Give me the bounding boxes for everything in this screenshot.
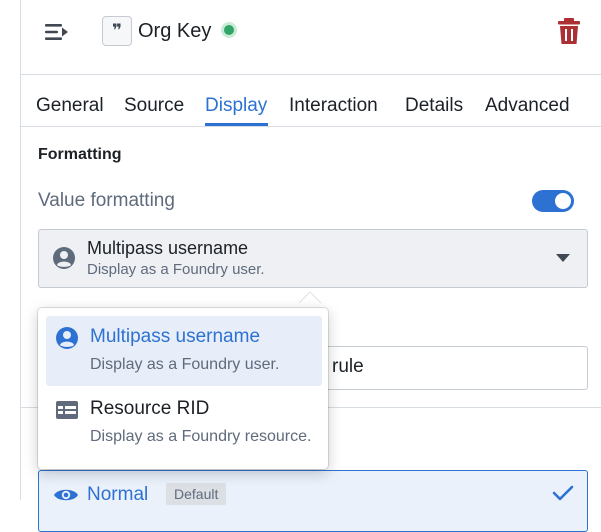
collapse-panel-button[interactable] (43, 18, 71, 46)
eye-icon (54, 489, 78, 501)
tab-details[interactable]: Details (405, 94, 463, 118)
tab-bar: General Source Display Interaction Detai… (21, 74, 601, 127)
property-title: Org Key (138, 20, 212, 42)
visibility-normal-label: Normal (87, 484, 149, 505)
rule-input[interactable]: rule (321, 346, 588, 390)
menu-item-multipass-username[interactable]: Multipass username Display as a Foundry … (46, 316, 322, 386)
tab-interaction[interactable]: Interaction (289, 94, 378, 118)
user-circle-icon (53, 247, 75, 269)
collapse-icon (45, 24, 68, 40)
check-icon (552, 485, 574, 501)
left-strip (0, 0, 21, 500)
formatting-dropdown-menu: Multipass username Display as a Foundry … (38, 308, 328, 469)
formatting-section-title: Formatting (38, 146, 122, 163)
formatting-type-select[interactable]: Multipass username Display as a Foundry … (38, 229, 588, 288)
visibility-option-normal[interactable]: Normal Default (38, 470, 588, 532)
tab-display[interactable]: Display (205, 94, 267, 118)
toggle-knob (555, 193, 571, 209)
quote-type-icon: ❞ (102, 16, 132, 46)
active-tab-indicator (205, 123, 268, 126)
status-indicator (224, 25, 234, 35)
select-title: Multipass username (87, 238, 249, 258)
default-tag: Default (166, 483, 227, 505)
rule-input-text: rule (332, 356, 364, 377)
menu-item-subtitle: Display as a Foundry resource. (90, 428, 312, 445)
menu-item-title: Multipass username (90, 326, 261, 347)
menu-item-title: Resource RID (90, 398, 210, 419)
value-formatting-toggle[interactable] (532, 190, 574, 212)
tab-advanced[interactable]: Advanced (485, 94, 570, 118)
tab-source[interactable]: Source (124, 94, 184, 118)
delete-button[interactable] (555, 16, 583, 46)
user-circle-icon (56, 327, 78, 349)
menu-item-subtitle: Display as a Foundry user. (90, 356, 280, 373)
caret-down-icon (556, 254, 570, 262)
table-icon (56, 401, 78, 419)
select-subtitle: Display as a Foundry user. (87, 261, 265, 278)
trash-icon (558, 18, 580, 44)
tab-general[interactable]: General (36, 94, 104, 118)
value-formatting-label: Value formatting (38, 190, 175, 211)
panel-header: ❞ Org Key (21, 0, 601, 75)
menu-item-resource-rid[interactable]: Resource RID Display as a Foundry resour… (46, 388, 322, 458)
